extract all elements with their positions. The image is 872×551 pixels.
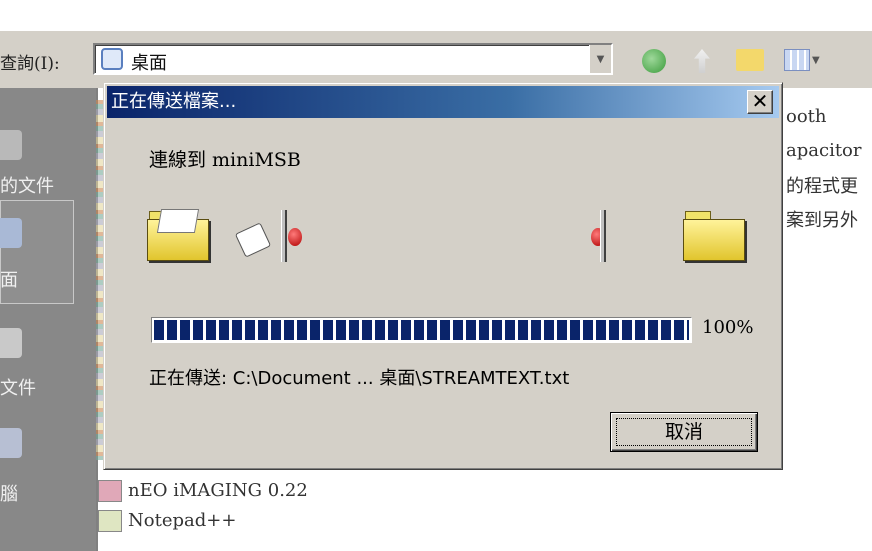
file-item-fragment: 的程式更 [786,176,858,197]
file-item-fragment: apacitor [786,140,862,161]
new-folder-icon[interactable] [736,49,764,71]
up-folder-icon[interactable] [694,49,710,73]
destination-folder-icon [683,211,745,261]
sidebar-item-desktop[interactable]: 面 [0,218,74,308]
recent-documents-icon [0,130,22,160]
sidebar-item-label: 面 [0,270,18,291]
application-icon [98,480,122,502]
lookin-toolbar: 查詢(I): 桌面 ▼ ▼ [0,30,872,88]
file-item-fragment: ooth [786,106,827,127]
application-icon [98,510,122,532]
transfer-progress-bar [151,317,692,343]
my-computer-icon [0,428,22,458]
source-folder-icon [147,209,209,261]
source-post-icon [281,210,287,262]
lookin-combo[interactable]: 桌面 ▼ [93,43,613,75]
sidebar-item-my-computer[interactable]: 腦 [0,428,74,508]
sidebar-item-label: 腦 [0,484,18,505]
back-icon[interactable] [642,49,666,73]
file-item-label: Notepad++ [128,510,237,531]
file-item-label: nEO iMAGING 0.22 [128,480,308,501]
progress-percent: 100% [702,317,754,338]
sidebar-item-recent[interactable]: 的文件 [0,130,74,200]
lookin-value: 桌面 [131,53,167,74]
file-item-notepadpp[interactable]: Notepad++ [96,508,396,538]
sidebar-item-label: 的文件 [0,176,54,197]
connection-status-text: 連線到 miniMSB [149,149,301,171]
flying-document-icon [234,222,272,258]
focus-rectangle [616,418,752,446]
source-signal-icon [288,228,302,246]
background-top-band [0,0,872,28]
file-item-fragment: 案到另外 [786,210,858,231]
file-item-neo-imaging[interactable]: nEO iMAGING 0.22 [96,478,396,508]
chevron-down-icon[interactable]: ▼ [589,45,611,73]
lookin-label: 查詢(I): [0,54,60,74]
dialog-titlebar[interactable]: 正在傳送檔案... ✕ [107,86,779,118]
views-menu-icon[interactable] [784,49,810,71]
file-transfer-dialog: 正在傳送檔案... ✕ 連線到 miniMSB 100% 正在傳送: C:\Do… [103,82,783,470]
close-button[interactable]: ✕ [747,90,773,114]
dialog-title: 正在傳送檔案... [111,91,237,112]
cancel-button[interactable]: 取消 [610,412,758,452]
chevron-down-icon[interactable]: ▼ [812,55,820,66]
progress-fill [154,320,689,340]
destination-post-icon [600,210,606,262]
desktop-icon [0,218,22,248]
my-documents-icon [0,328,22,358]
places-sidebar: 的文件 面 文件 腦 [0,88,96,551]
sidebar-item-my-documents[interactable]: 文件 [0,328,74,408]
transfer-file-path: 正在傳送: C:\Document ... 桌面\STREAMTEXT.txt [149,368,570,389]
desktop-icon [101,48,123,70]
sidebar-item-label: 文件 [0,378,36,399]
